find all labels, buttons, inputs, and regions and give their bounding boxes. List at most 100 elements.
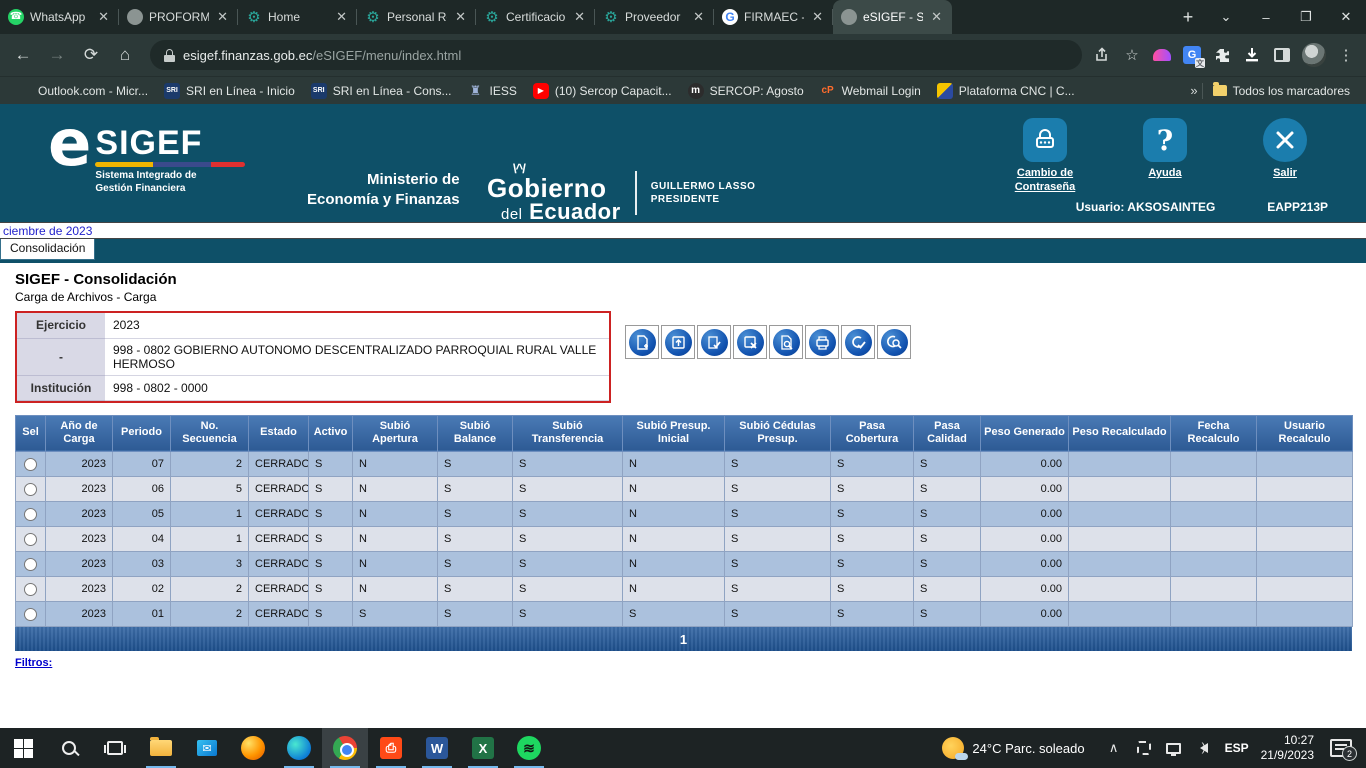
side-panel-icon[interactable] [1272,45,1292,65]
weather-temp: 24°C [972,741,1001,756]
minimize-button[interactable]: – [1246,0,1286,34]
bookmark-star-icon[interactable]: ☆ [1122,45,1142,65]
tab-close-icon[interactable]: ✕ [929,9,944,25]
network-icon[interactable] [1165,743,1183,754]
tab-close-icon[interactable]: ✕ [96,9,111,25]
weather-widget[interactable]: 24°C Parc. soleado [934,737,1092,759]
home-icon[interactable]: ⌂ [110,40,140,70]
print-button[interactable] [805,325,839,359]
taskbar-mail-button[interactable]: ✉ [184,728,230,768]
upload-button[interactable] [661,325,695,359]
taskbar-foxit-pdf-button[interactable]: ⎙ [368,728,414,768]
tab-close-icon[interactable]: ✕ [572,9,587,25]
search-button[interactable] [877,325,911,359]
exit-button[interactable]: Salir [1242,118,1328,195]
browser-menu-icon[interactable]: ⋮ [1336,45,1356,65]
maximize-button[interactable]: ❐ [1286,0,1326,34]
language-indicator[interactable]: ESP [1225,741,1249,755]
taskbar-excel-button[interactable]: X [460,728,506,768]
tab-close-icon[interactable]: ✕ [334,9,349,25]
bookmark-item[interactable]: ♜IESS [462,80,523,102]
detail-button[interactable] [769,325,803,359]
help-button[interactable]: ? Ayuda [1122,118,1208,195]
page-number[interactable]: 1 [680,632,687,647]
pagination-bar[interactable]: 1 [15,627,1352,651]
address-bar[interactable]: esigef.finanzas.gob.ec/eSIGEF/menu/index… [150,40,1082,70]
approve-button[interactable] [841,325,875,359]
tab-consolidacion[interactable]: Consolidación [0,239,95,260]
extensions-puzzle-icon[interactable] [1212,45,1232,65]
entidad-label: - [17,338,105,375]
taskbar-firefox-button[interactable] [230,728,276,768]
bookmark-item[interactable]: Plataforma CNC | C... [931,80,1081,102]
tab-close-icon[interactable]: ✕ [810,9,825,25]
cast-icon[interactable] [1135,741,1153,755]
all-bookmarks-button[interactable]: Todos los marcadores [1207,81,1356,101]
extension-cloud-icon[interactable] [1152,45,1172,65]
downloads-icon[interactable] [1242,45,1262,65]
browser-tab[interactable]: ⚙Certificacione✕ [476,0,595,34]
taskbar-spotify-button[interactable]: ≋ [506,728,552,768]
gov-divider [635,171,637,215]
table-cell: S [438,602,513,627]
tab-close-icon[interactable]: ✕ [215,9,230,25]
share-icon[interactable] [1092,45,1112,65]
taskbar-edge-button[interactable] [276,728,322,768]
volume-icon[interactable] [1195,743,1213,753]
change-password-button[interactable]: Cambio de Contraseña [1002,118,1088,195]
browser-tab[interactable]: ⚙Personal Rol✕ [357,0,476,34]
filters-link[interactable]: Filtros: [15,657,52,669]
translate-icon[interactable]: G [1182,45,1202,65]
table-cell: S [914,502,981,527]
tab-search-chevron-icon[interactable]: ⌄ [1206,0,1246,34]
notifications-button[interactable]: 2 [1326,739,1356,757]
row-select-radio[interactable] [24,458,37,471]
validate-icon [701,329,728,356]
taskbar-explorer-button[interactable] [138,728,184,768]
row-select-radio[interactable] [24,558,37,571]
taskbar-word-button[interactable]: W [414,728,460,768]
row-select-radio[interactable] [24,508,37,521]
browser-tab[interactable]: ☎WhatsApp✕ [0,0,119,34]
create-button[interactable] [625,325,659,359]
taskbar-search-button[interactable] [46,728,92,768]
table-cell: S [914,452,981,477]
clock[interactable]: 10:27 21/9/2023 [1261,733,1314,763]
browser-tab[interactable]: PROFORMA 3✕ [119,0,238,34]
bookmark-item[interactable]: cPWebmail Login [814,80,927,102]
profile-avatar[interactable] [1302,43,1326,67]
new-tab-button[interactable]: + [1174,3,1202,31]
row-select-radio[interactable] [24,608,37,621]
exit-x-icon [1263,118,1307,162]
row-select-radio[interactable] [24,583,37,596]
bookmark-item[interactable]: mSERCOP: Agosto [682,80,810,102]
table-cell: N [353,527,438,552]
bookmark-item[interactable]: SRISRI en Línea - Cons... [305,80,458,102]
browser-tab[interactable]: GFIRMAEC - Bu✕ [714,0,833,34]
taskbar-taskview-button[interactable] [92,728,138,768]
bookmark-item[interactable]: ▶(10) Sercop Capacit... [527,80,678,102]
close-button[interactable]: ✕ [1326,0,1366,34]
browser-tab[interactable]: ⚙Proveedor✕ [595,0,714,34]
bookmark-item[interactable]: SRISRI en Línea - Inicio [158,80,301,102]
tab-close-icon[interactable]: ✕ [691,9,706,25]
taskbar-chrome-button[interactable] [322,728,368,768]
taskbar-start-button[interactable] [0,728,46,768]
table-cell: S [513,527,623,552]
row-select-radio[interactable] [24,483,37,496]
bookmarks-overflow-icon[interactable]: » [1190,83,1197,98]
forward-icon[interactable]: → [42,40,72,70]
delete-button[interactable] [733,325,767,359]
browser-tab[interactable]: eSIGEF - Siste✕ [833,0,952,34]
lock-icon[interactable] [164,49,175,62]
row-select-radio[interactable] [24,533,37,546]
tab-close-icon[interactable]: ✕ [453,9,468,25]
validate-button[interactable] [697,325,731,359]
table-cell: CERRADO [249,602,309,627]
reload-icon[interactable]: ⟳ [76,40,106,70]
hidden-icons-chevron[interactable]: ∧ [1105,740,1123,756]
document-search-icon [773,329,800,356]
bookmark-item[interactable]: Outlook.com - Micr... [10,80,154,102]
back-icon[interactable]: ← [8,40,38,70]
browser-tab[interactable]: ⚙Home✕ [238,0,357,34]
